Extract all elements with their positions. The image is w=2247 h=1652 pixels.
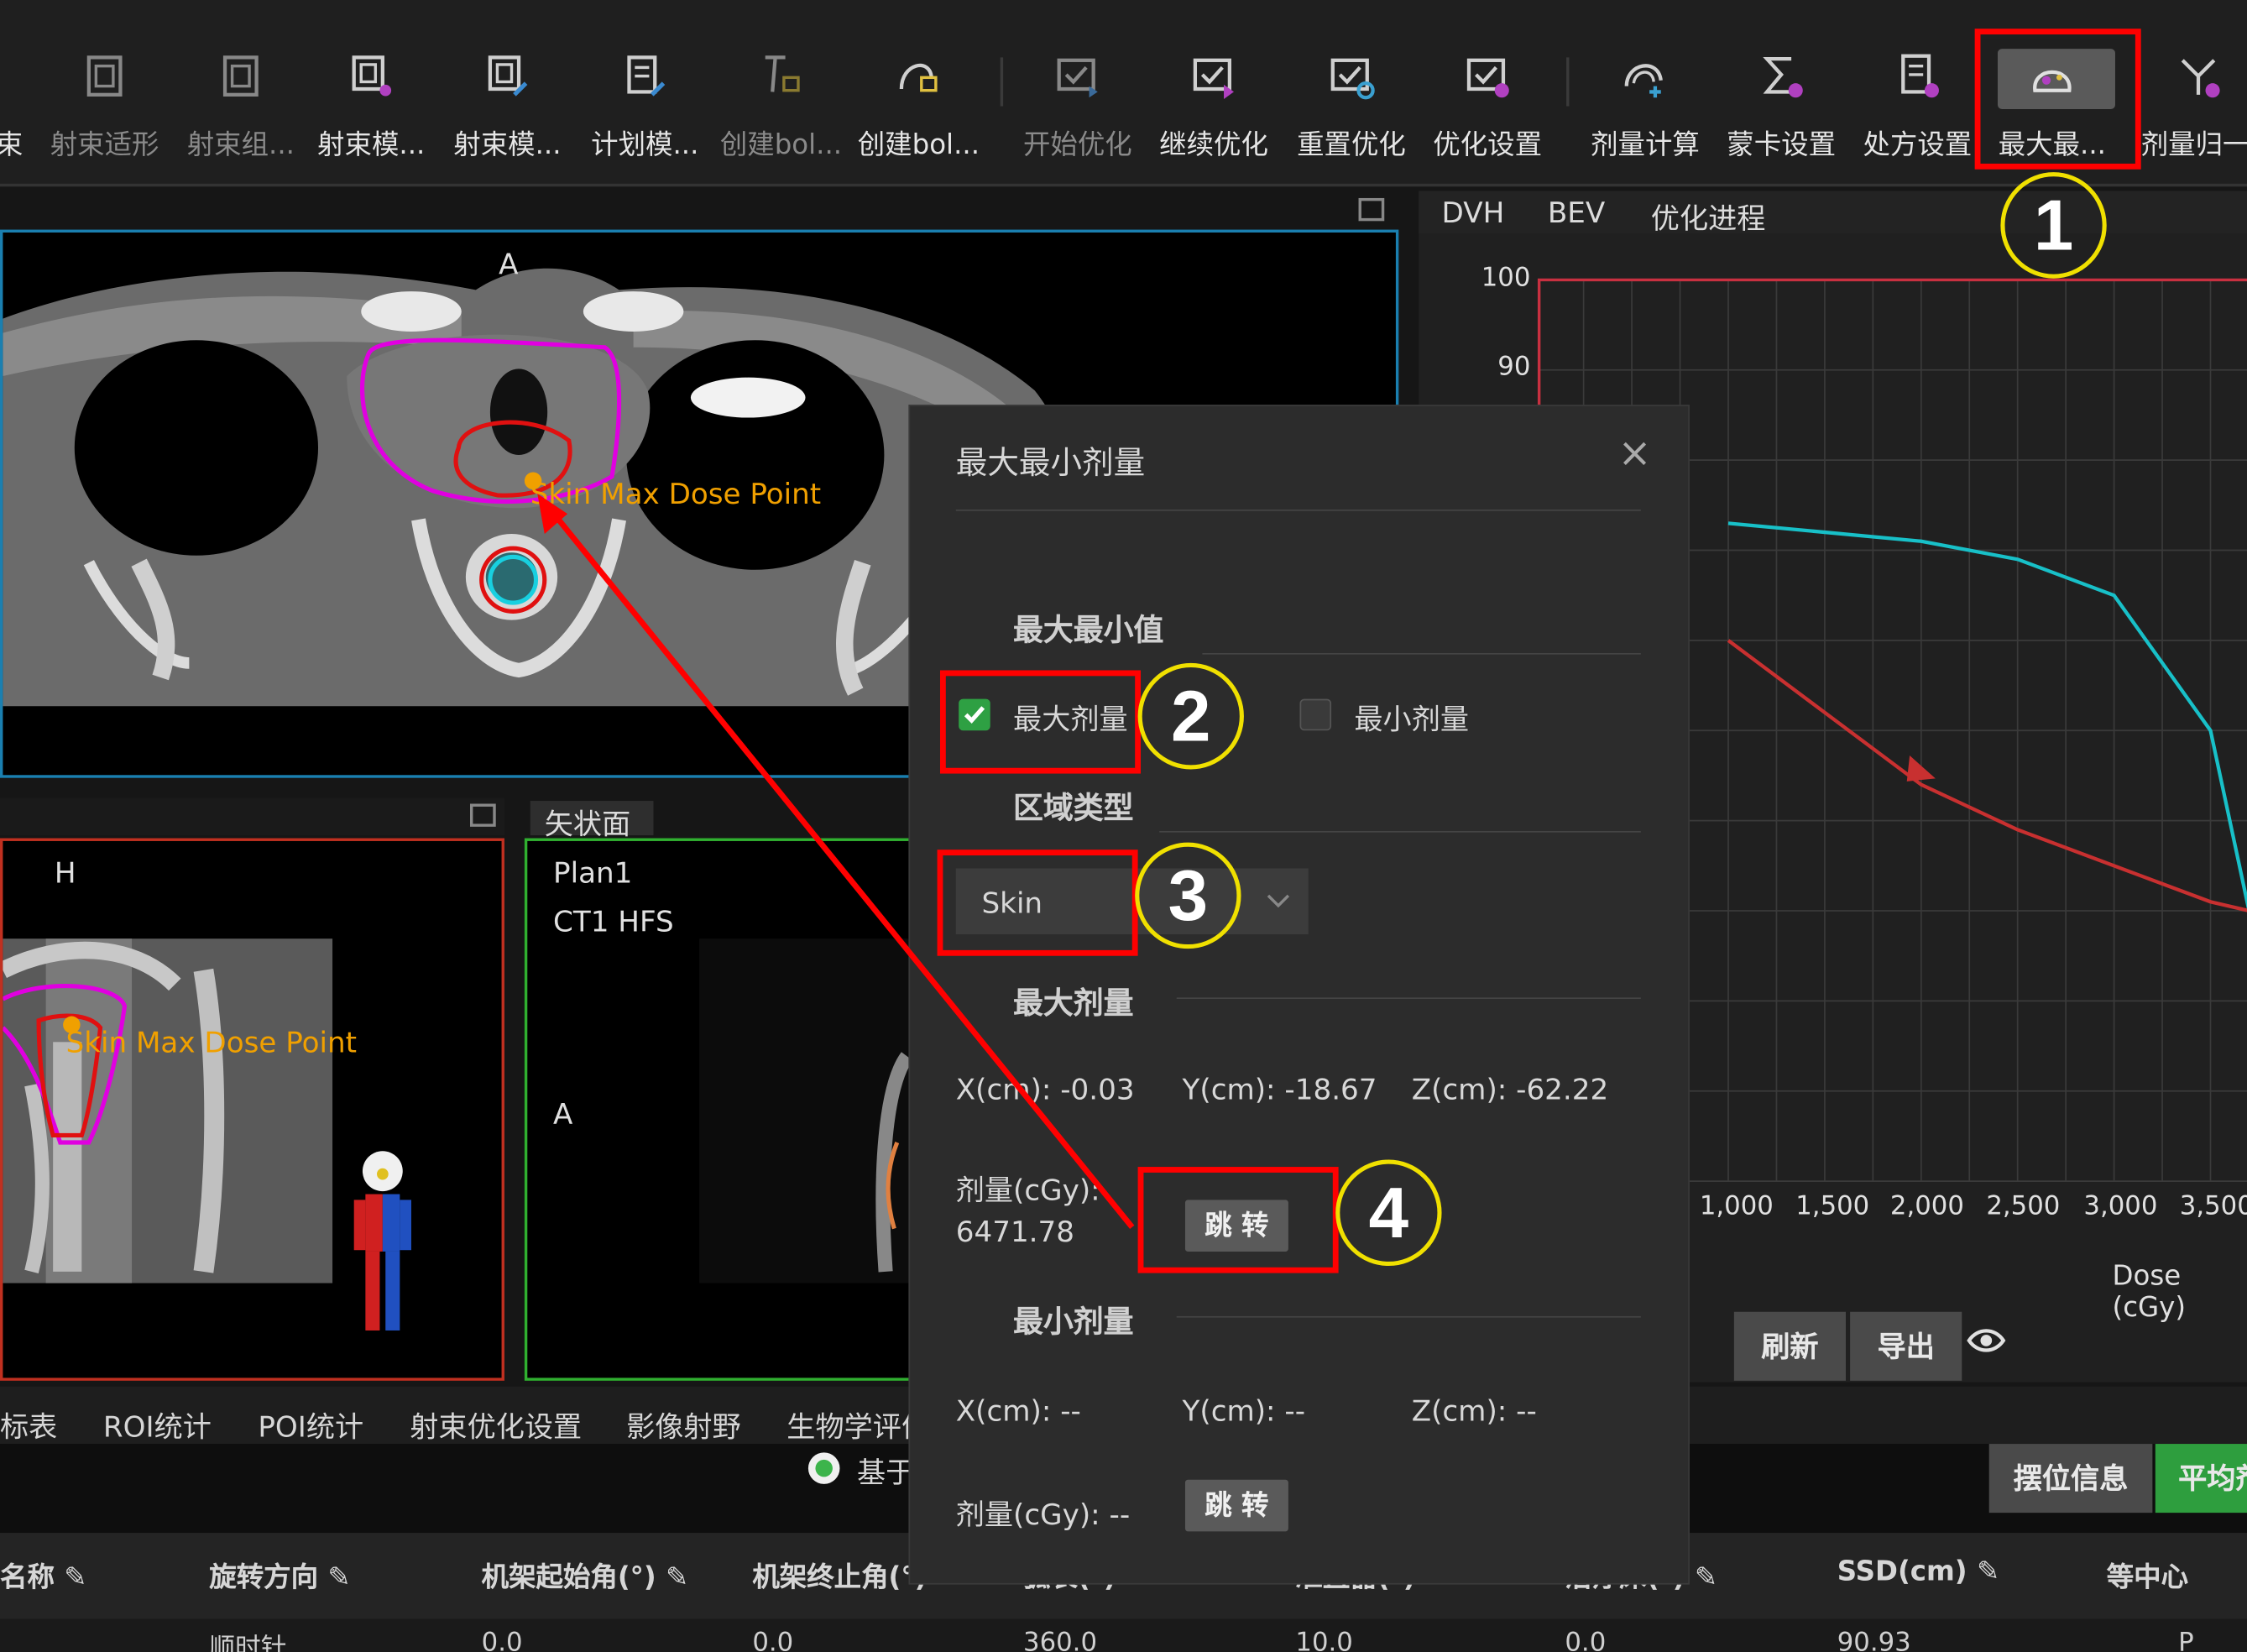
highlight-box-jump	[1137, 1167, 1339, 1273]
app-window: 束 射束适形 射束组... 射束模... 射束模... 计划模... 创建bol…	[0, 0, 2247, 1652]
step-marker: 4	[1335, 1159, 1442, 1267]
step-marker: 3	[1135, 842, 1241, 949]
step-marker: 1	[2000, 172, 2107, 279]
annotation-overlay	[537, 494, 1135, 1230]
highlight-box-checkbox	[939, 670, 1142, 774]
step-marker: 2	[1137, 662, 1244, 770]
highlight-box-region	[937, 850, 1138, 956]
highlight-box-toolbar	[1974, 29, 2141, 170]
